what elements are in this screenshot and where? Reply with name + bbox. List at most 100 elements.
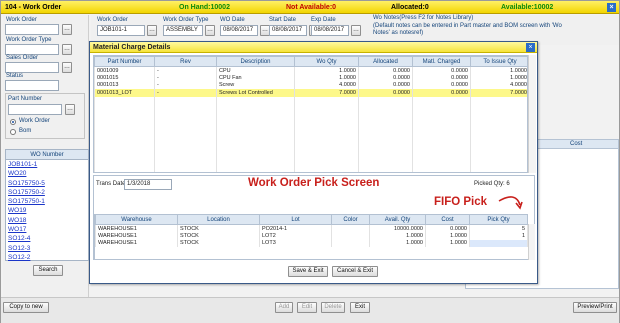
material-column-header[interactable]: Part Number	[94, 56, 155, 67]
pick-table-cell: 0.0000	[425, 224, 470, 232]
material-column-header[interactable]: Description	[216, 56, 295, 67]
work-order-type-input[interactable]: ASSEMBLY	[163, 25, 203, 36]
wo-number-list-item[interactable]: SO12-2	[6, 253, 88, 262]
work-order-label: Work Order	[97, 17, 128, 23]
material-table-row[interactable]: 0001013- Screw 4.0000 0.0000 0.0000 4.0000	[94, 81, 527, 89]
material-table-empty-row	[94, 111, 527, 119]
material-table-cell: 1.0000	[294, 66, 359, 74]
dialog-close-icon[interactable]: ×	[526, 43, 535, 52]
empty-cell	[216, 126, 295, 134]
pick-grid-scrollbar[interactable]	[528, 224, 535, 260]
exp-date-input[interactable]: 08/08/2017	[311, 25, 349, 36]
copy-to-new-button[interactable]: Copy to new	[3, 302, 49, 313]
material-column-header[interactable]: To Issue Qty	[470, 56, 527, 67]
work-order-radio[interactable]	[10, 119, 16, 125]
start-date-input[interactable]: 08/08/2017	[269, 25, 307, 36]
wo-number-list-item[interactable]: SO12-4	[6, 234, 88, 243]
wo-date-input[interactable]: 08/08/2017	[220, 25, 258, 36]
pick-column-header[interactable]: Cost	[425, 214, 470, 225]
search-button[interactable]: Search	[33, 265, 63, 276]
pick-table-body: WAREHOUSE1 STOCK PO2014-1 10000.0000 0.0000 5…	[95, 224, 528, 247]
material-column-header[interactable]: Wo Qty	[294, 56, 359, 67]
empty-cell	[94, 141, 155, 149]
work-order-lookup-button[interactable]: …	[62, 24, 72, 35]
pick-column-header[interactable]: Avail. Qty	[369, 214, 426, 225]
empty-cell	[358, 149, 413, 157]
material-column-header[interactable]: Allocated	[358, 56, 413, 67]
close-icon[interactable]: ×	[607, 3, 616, 12]
status-filter-input[interactable]	[5, 80, 59, 91]
exit-button[interactable]: Exit	[350, 302, 370, 313]
wo-notes-label: Wo Notes(Press F2 for Notes Library)	[373, 15, 474, 21]
empty-cell	[412, 164, 471, 172]
empty-cell	[294, 119, 359, 127]
pick-table-row[interactable]: WAREHOUSE1 STOCK LOT3 1.0000 1.0000	[95, 239, 528, 247]
material-column-header[interactable]: Matl. Charged	[412, 56, 471, 67]
material-table-empty-row	[94, 104, 527, 112]
work-order-filter-input[interactable]	[5, 24, 59, 35]
wo-number-list-item[interactable]: SO175750-5	[6, 179, 88, 188]
pick-qty-input[interactable]: 5	[469, 224, 528, 232]
empty-cell	[154, 126, 217, 134]
sales-order-lookup-button[interactable]: …	[62, 62, 72, 73]
pick-column-header[interactable]: Color	[331, 214, 370, 225]
material-column-header[interactable]: Rev	[154, 56, 217, 67]
material-table-cell: 0001009	[94, 66, 155, 74]
wo-number-list-item[interactable]: WO20	[6, 169, 88, 178]
trans-date-input[interactable]: 1/3/2018	[124, 179, 172, 190]
material-table-row[interactable]: 0001013_LOT - Screws Lot Controlled 7.0000 0…	[94, 89, 527, 97]
work-order-input[interactable]: JOB101-1	[97, 25, 145, 36]
pick-table-row[interactable]: WAREHOUSE1 STOCK LOT2 1.0000 1.0000 1	[95, 232, 528, 240]
empty-cell	[412, 111, 471, 119]
material-table-cell: 0001013_LOT	[94, 89, 155, 97]
fifo-arrow-icon	[498, 196, 523, 210]
cancel-exit-button[interactable]: Cancel & Exit	[332, 266, 378, 277]
preview-print-button[interactable]: Preview/Print	[573, 302, 617, 313]
wo-number-list-item[interactable]: SO175750-2	[6, 188, 88, 197]
empty-cell	[216, 96, 295, 104]
work-order-type-lookup-button[interactable]: …	[62, 44, 72, 55]
empty-cell	[216, 111, 295, 119]
material-table-row[interactable]: 0001009- CPU 1.0000 0.0000 0.0000 1.0000	[94, 66, 527, 74]
material-table-cell: 0.0000	[412, 81, 471, 89]
material-table-cell: 4.0000	[294, 81, 359, 89]
save-exit-button[interactable]: Save & Exit	[288, 266, 328, 277]
wo-number-list-item[interactable]: JOB101-1	[6, 160, 88, 169]
work-order-type-filter-input[interactable]	[5, 44, 59, 55]
empty-cell	[154, 96, 217, 104]
delete-button[interactable]: Delete	[321, 302, 345, 313]
pick-table-cell: 1.0000	[369, 239, 426, 247]
pick-qty-input[interactable]	[469, 239, 528, 247]
material-table-cell: Screws Lot Controlled	[216, 89, 295, 97]
pick-column-header[interactable]: Lot	[259, 214, 332, 225]
wo-number-list-item[interactable]: SO175750-1	[6, 197, 88, 206]
empty-cell	[94, 119, 155, 127]
work-order-type-header-lookup-button[interactable]: …	[205, 25, 215, 36]
work-order-header-lookup-button[interactable]: …	[147, 25, 157, 36]
pick-column-header[interactable]: Pick Qty	[469, 214, 528, 225]
pick-qty-input[interactable]: 1	[469, 232, 528, 240]
add-button[interactable]: Add	[275, 302, 293, 313]
wo-notes-area[interactable]: Wo Notes(Press F2 for Notes Library) (De…	[373, 15, 573, 38]
material-table-cell: 0.0000	[412, 66, 471, 74]
exp-date-picker-button[interactable]: …	[351, 25, 361, 36]
bom-radio[interactable]	[10, 129, 16, 135]
pick-table-row[interactable]: WAREHOUSE1 STOCK PO2014-1 10000.0000 0.0000 5	[95, 224, 528, 232]
empty-cell	[358, 134, 413, 142]
material-table-row[interactable]: 0001015- CPU Fan 1.0000 0.0000 0.0000 1.0000	[94, 74, 527, 82]
empty-cell	[154, 111, 217, 119]
pick-column-header[interactable]: Location	[177, 214, 260, 225]
pick-table-cell: STOCK	[177, 239, 260, 247]
part-number-lookup-button[interactable]: …	[65, 104, 75, 115]
wo-number-list-item[interactable]: WO19	[6, 206, 88, 215]
part-number-filter-input[interactable]	[8, 104, 62, 115]
sales-order-filter-input[interactable]	[5, 62, 59, 73]
material-grid-scrollbar[interactable]	[528, 55, 536, 173]
wo-number-list-item[interactable]: WO18	[6, 216, 88, 225]
pick-column-header[interactable]: Warehouse	[95, 214, 178, 225]
wo-number-list-item[interactable]: SO12-3	[6, 244, 88, 253]
empty-cell	[470, 164, 527, 172]
wo-number-list-item[interactable]: WO17	[6, 225, 88, 234]
material-table-cell: 1.0000	[294, 74, 359, 82]
edit-button[interactable]: Edit	[297, 302, 317, 313]
